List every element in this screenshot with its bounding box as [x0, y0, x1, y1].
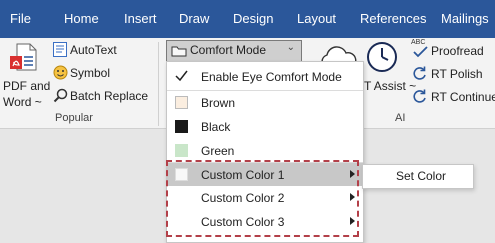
ribbon-tab-bar: File Home Insert Draw Design Layout Refe…	[0, 0, 495, 38]
menu-item-label: Green	[201, 144, 235, 158]
menu-item-brown[interactable]: Brown	[167, 91, 363, 114]
tab-home[interactable]: Home	[64, 0, 99, 38]
submenu-arrow-icon	[350, 217, 355, 225]
submenu-arrow-icon	[350, 170, 355, 178]
menu-item-label: Black	[201, 120, 231, 134]
continue-refresh-icon	[412, 89, 427, 107]
tab-references[interactable]: References	[360, 0, 426, 38]
pdf-and-word-label-2: Word ~	[3, 95, 42, 109]
menu-item-custom-color-3[interactable]: Custom Color 3	[167, 210, 363, 233]
eye-comfort-icon	[171, 45, 187, 60]
symbol-button[interactable]: Symbol	[50, 64, 150, 82]
rt-continue-button[interactable]: RT Continue	[410, 87, 495, 107]
menu-item-label: Custom Color 2	[201, 191, 285, 205]
batch-replace-label: Batch Replace	[70, 89, 149, 103]
menu-item-label: Custom Color 3	[201, 215, 285, 229]
comfort-mode-button[interactable]: Comfort Mode ⌄	[166, 40, 302, 62]
rt-assist-button[interactable]: T Assist ~	[358, 38, 416, 110]
proofread-button[interactable]: ABC Proofread	[410, 39, 495, 62]
pdf-and-word-button[interactable]: PDF and Word ~	[0, 38, 51, 110]
set-color-menu-item[interactable]: Set Color	[396, 169, 446, 183]
tab-design[interactable]: Design	[233, 0, 273, 38]
proofread-label: Proofread	[431, 44, 484, 58]
refresh-icon	[412, 66, 427, 84]
autotext-button[interactable]: AutoText	[50, 41, 150, 59]
custom-color-submenu: Set Color	[362, 164, 474, 189]
smiley-icon	[53, 65, 68, 83]
menu-item-label: Brown	[201, 96, 236, 110]
menu-item-label: Custom Color 1	[201, 168, 285, 182]
comfort-mode-menu: Enable Eye Comfort Mode Brown Black Gree…	[166, 61, 364, 243]
autotext-label: AutoText	[70, 43, 117, 57]
submenu-arrow-icon	[350, 193, 355, 201]
menu-item-green[interactable]: Green	[167, 139, 363, 162]
checkmark-icon	[175, 70, 188, 85]
tab-layout[interactable]: Layout	[297, 0, 336, 38]
rt-polish-label: RT Polish	[431, 67, 483, 81]
tab-file[interactable]: File	[10, 0, 31, 38]
rt-assist-label: T Assist ~	[364, 79, 417, 93]
ai-group-label: AI	[395, 112, 406, 124]
comfort-mode-label: Comfort Mode	[190, 43, 267, 57]
magnifier-icon	[53, 88, 68, 106]
black-swatch	[175, 120, 188, 133]
tab-mailings[interactable]: Mailings	[441, 0, 489, 38]
tab-insert[interactable]: Insert	[124, 0, 157, 38]
menu-item-black[interactable]: Black	[167, 115, 363, 138]
popular-group-label: Popular	[55, 112, 93, 124]
pdf-and-word-label-1: PDF and	[3, 79, 51, 93]
menu-item-label: Enable Eye Comfort Mode	[201, 70, 342, 84]
tab-draw[interactable]: Draw	[179, 0, 209, 38]
green-swatch	[175, 144, 188, 157]
pdf-document-icon	[8, 42, 40, 75]
custom-color-1-swatch	[175, 168, 188, 181]
symbol-label: Symbol	[70, 66, 111, 80]
group-divider	[158, 42, 159, 126]
menu-item-custom-color-2[interactable]: Custom Color 2	[167, 186, 363, 209]
batch-replace-button[interactable]: Batch Replace	[50, 87, 162, 105]
rt-polish-button[interactable]: RT Polish	[410, 64, 495, 84]
brown-swatch	[175, 96, 188, 109]
autotext-icon	[53, 42, 67, 60]
rt-continue-label: RT Continue	[431, 90, 495, 104]
clock-icon	[366, 41, 398, 76]
spellcheck-icon: ABC	[411, 39, 429, 62]
chevron-down-icon: ⌄	[286, 42, 295, 53]
menu-item-custom-color-1[interactable]: Custom Color 1	[167, 163, 363, 186]
menu-item-enable-eye-comfort[interactable]: Enable Eye Comfort Mode	[167, 65, 363, 88]
